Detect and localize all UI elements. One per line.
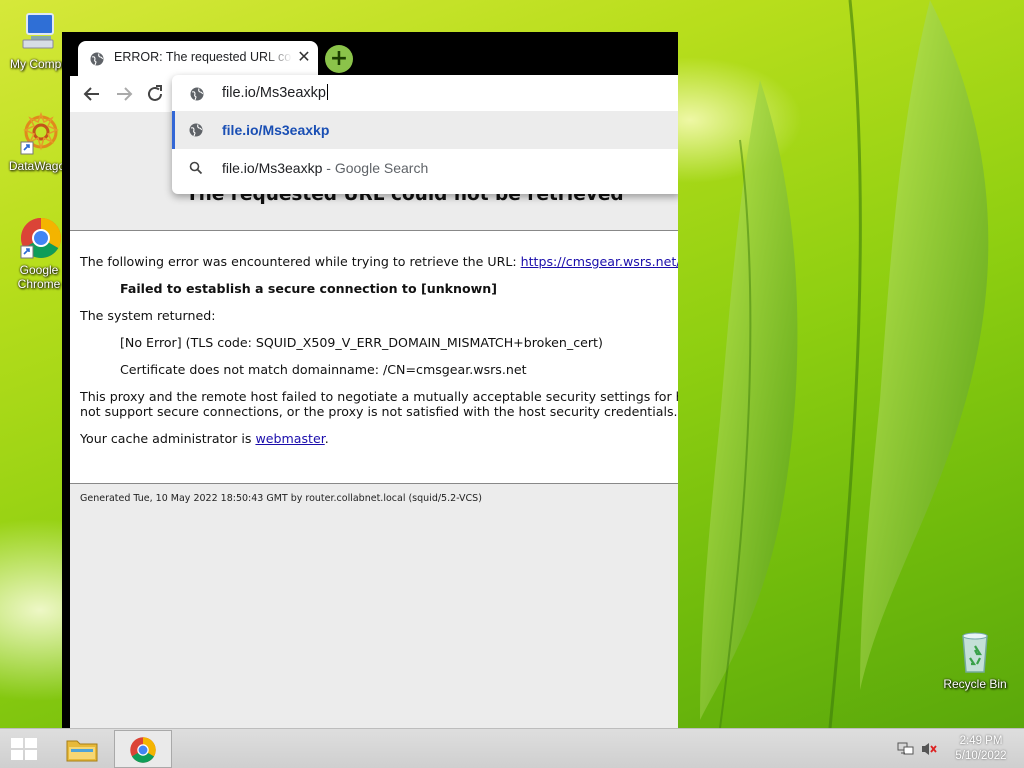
system-clock[interactable]: 2:49 PM 5/10/2022 bbox=[950, 734, 1012, 764]
suggestion-url[interactable]: file.io/Ms3eaxkp bbox=[172, 111, 678, 149]
admin-prefix: Your cache administrator is bbox=[80, 431, 256, 446]
back-arrow-icon[interactable] bbox=[80, 82, 104, 106]
file-explorer-button[interactable] bbox=[58, 729, 106, 768]
suggestion-text: file.io/Ms3eaxkp - Google Search bbox=[222, 160, 428, 176]
text-caret bbox=[326, 84, 328, 100]
system-returned-label: The system returned: bbox=[80, 308, 216, 323]
error-url-prefix: The following error was encountered whil… bbox=[80, 254, 521, 269]
windows-logo-icon bbox=[11, 738, 37, 760]
browser-tab[interactable]: ERROR: The requested URL could not be re… bbox=[78, 41, 318, 76]
page-content: The requested URL could not be retrieved… bbox=[70, 112, 678, 728]
globe-icon bbox=[90, 51, 104, 70]
reload-icon[interactable] bbox=[143, 82, 167, 106]
network-icon[interactable] bbox=[897, 741, 915, 761]
start-button[interactable] bbox=[0, 729, 48, 768]
volume-muted-icon[interactable] bbox=[920, 741, 938, 761]
proxy-message-line2: not support secure connections, or the p… bbox=[80, 404, 678, 419]
search-icon bbox=[189, 161, 203, 178]
globe-icon bbox=[189, 123, 203, 140]
new-tab-button[interactable]: + bbox=[325, 45, 353, 73]
address-bar[interactable]: file.io/Ms3eaxkp bbox=[172, 75, 678, 111]
error-title: Failed to establish a secure connection … bbox=[120, 281, 498, 296]
forward-arrow-icon[interactable] bbox=[112, 82, 136, 106]
admin-line: Your cache administrator is webmaster. bbox=[80, 431, 329, 446]
browser-toolbar: file.io/Ms3eaxkp file.io/Ms3eaxkp file.i… bbox=[70, 75, 678, 194]
tab-strip: ERROR: The requested URL could not be re… bbox=[62, 32, 678, 76]
datawagon-icon bbox=[17, 111, 61, 156]
tab-title: ERROR: The requested URL could not be re… bbox=[114, 50, 292, 64]
folder-icon bbox=[66, 740, 98, 762]
address-value: file.io/Ms3eaxkp bbox=[222, 85, 326, 101]
recycle-bin-icon bbox=[953, 630, 997, 674]
address-input[interactable]: file.io/Ms3eaxkp bbox=[222, 84, 328, 101]
certificate-message: Certificate does not match domainname: /… bbox=[120, 362, 527, 377]
tls-error-text: [No Error] (TLS code: SQUID_X509_V_ERR_D… bbox=[120, 335, 603, 350]
chrome-taskbar-button[interactable] bbox=[114, 730, 172, 768]
desktop-icon-label: Recycle Bin bbox=[943, 677, 1007, 691]
error-url-link[interactable]: https://cmsgear.wsrs.net/* bbox=[521, 254, 678, 269]
tab-close-icon[interactable]: ✕ bbox=[296, 48, 312, 66]
globe-icon bbox=[190, 86, 204, 105]
chrome-icon bbox=[17, 216, 61, 260]
error-url-line: The following error was encountered whil… bbox=[80, 254, 678, 269]
desktop-icon-recycle-bin[interactable]: Recycle Bin bbox=[936, 630, 1014, 691]
suggestion-text: file.io/Ms3eaxkp bbox=[222, 122, 330, 138]
suggestion-suffix: - Google Search bbox=[322, 160, 429, 176]
browser-window: ERROR: The requested URL could not be re… bbox=[62, 32, 678, 728]
admin-suffix: . bbox=[324, 431, 329, 446]
suggestion-query: file.io/Ms3eaxkp bbox=[222, 160, 323, 176]
page-footer: Generated Tue, 10 May 2022 18:50:43 GMT … bbox=[70, 483, 678, 728]
computer-icon bbox=[17, 10, 61, 54]
clock-date: 5/10/2022 bbox=[955, 750, 1007, 762]
clock-time: 2:49 PM bbox=[959, 735, 1003, 747]
chrome-icon bbox=[130, 737, 156, 763]
suggestion-search[interactable]: file.io/Ms3eaxkp - Google Search bbox=[172, 149, 678, 187]
proxy-message-line1: This proxy and the remote host failed to… bbox=[80, 389, 678, 404]
webmaster-link[interactable]: webmaster bbox=[255, 431, 324, 446]
footer-generated-text: Generated Tue, 10 May 2022 18:50:43 GMT … bbox=[80, 493, 482, 504]
taskbar: 2:49 PM 5/10/2022 bbox=[0, 728, 1024, 768]
omnibox-dropdown: file.io/Ms3eaxkp file.io/Ms3eaxkp file.i… bbox=[172, 75, 678, 194]
